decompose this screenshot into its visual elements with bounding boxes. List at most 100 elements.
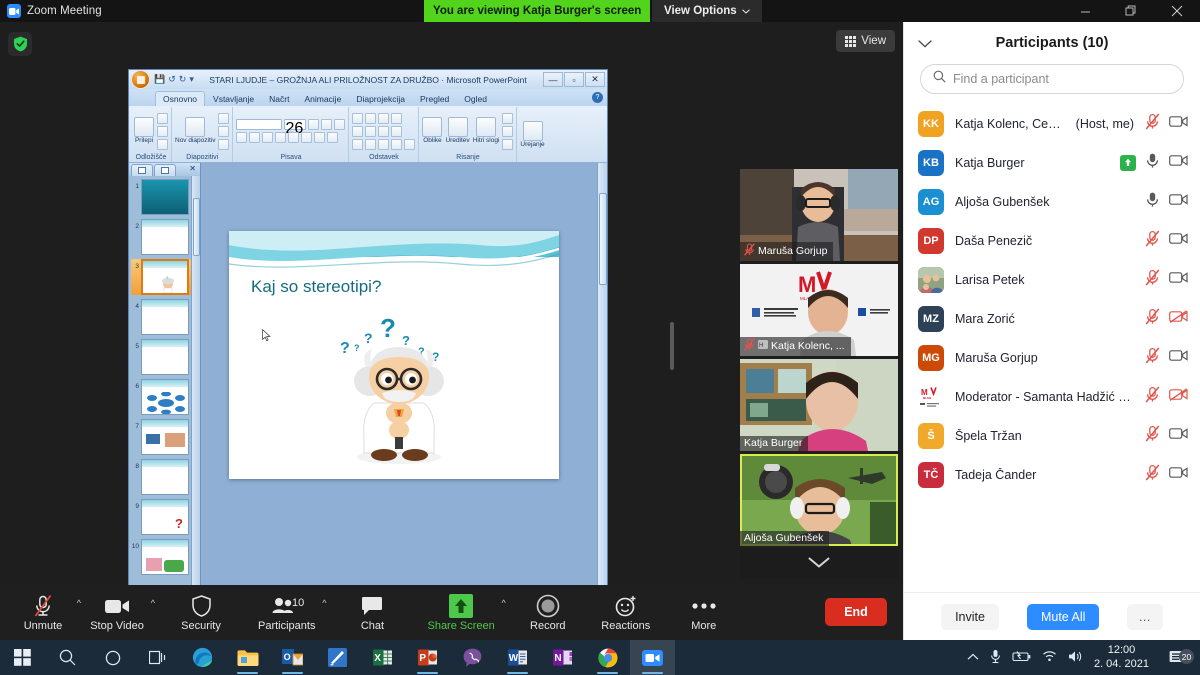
video-icon[interactable] xyxy=(1169,154,1188,172)
office-orb-icon[interactable] xyxy=(131,70,150,89)
layout-icon[interactable] xyxy=(218,112,230,124)
participant-row[interactable]: Larisa Petek xyxy=(904,260,1200,299)
ribbon-tab-nacrt[interactable]: Načrt xyxy=(262,92,296,106)
shape-fill-icon[interactable] xyxy=(502,112,514,124)
battery-icon[interactable] xyxy=(1012,650,1031,665)
onenote-icon[interactable]: N xyxy=(540,640,585,675)
slide-thumbnail[interactable]: 6 xyxy=(131,379,191,415)
chevron-up-icon[interactable]: ^ xyxy=(502,598,506,608)
participant-row[interactable]: DP Daša Penezič xyxy=(904,221,1200,260)
participant-row[interactable]: KB Katja Burger xyxy=(904,143,1200,182)
volume-icon[interactable] xyxy=(1068,650,1083,666)
edge-icon[interactable] xyxy=(180,640,225,675)
change-case-icon[interactable] xyxy=(314,132,326,143)
slide-thumbnail[interactable]: 9 ? xyxy=(131,499,191,535)
slide-thumbnail[interactable]: 2 xyxy=(131,219,191,255)
video-icon[interactable] xyxy=(1169,349,1188,367)
participant-row[interactable]: MG Maruša Gorjup xyxy=(904,338,1200,377)
video-tile[interactable]: Maruša Gorjup xyxy=(740,169,898,261)
circle-icon[interactable] xyxy=(90,640,135,675)
slide-thumbnail[interactable]: 4 xyxy=(131,299,191,335)
thumbnails-list[interactable]: 1 2 3 ? 4 5 6 7 8 9 ? 10 xyxy=(129,176,191,606)
ribbon-tab-osnovno[interactable]: Osnovno xyxy=(155,91,206,106)
video-icon[interactable] xyxy=(1169,427,1188,445)
mic-muted-icon[interactable] xyxy=(1145,269,1160,291)
slide-thumbnail[interactable]: 8 xyxy=(131,459,191,495)
ribbon-tab-vstavljanje[interactable]: Vstavljanje xyxy=(206,92,261,106)
raise-hand-icon[interactable] xyxy=(1120,154,1136,171)
redo-icon[interactable]: ↻ xyxy=(179,74,187,85)
minimize-icon[interactable] xyxy=(1062,0,1108,22)
search-input[interactable]: Find a participant xyxy=(920,64,1184,94)
participant-row[interactable]: AG Aljoša Gubenšek xyxy=(904,182,1200,221)
ppt-minimize-icon[interactable]: — xyxy=(543,72,563,87)
increase-indent-icon[interactable] xyxy=(365,125,377,137)
paste-button[interactable]: Prilepi xyxy=(134,117,154,144)
editing-button[interactable]: Urejanje xyxy=(520,120,545,148)
chevron-up-icon[interactable]: ^ xyxy=(77,598,81,608)
share-screen-button[interactable]: Share Screen ^ xyxy=(423,585,506,640)
align-left-icon[interactable] xyxy=(352,138,364,150)
end-meeting-button[interactable]: End xyxy=(825,598,887,626)
participant-row[interactable]: TČ Tadeja Čander xyxy=(904,455,1200,494)
mic-muted-icon[interactable] xyxy=(1145,308,1160,330)
taskbar-clock[interactable]: 12:00 2. 04. 2021 xyxy=(1094,644,1149,672)
font-size-field[interactable]: 26 xyxy=(284,119,307,137)
participant-row[interactable]: KK Katja Kolenc, Celjski m... (Host, me) xyxy=(904,104,1200,143)
align-text-icon[interactable] xyxy=(391,125,403,137)
ribbon-tab-pregled[interactable]: Pregled xyxy=(413,92,456,106)
participants-list[interactable]: KK Katja Kolenc, Celjski m... (Host, me)… xyxy=(904,104,1200,592)
invite-button[interactable]: Invite xyxy=(941,603,999,630)
ribbon-tab-diaprojekcija[interactable]: Diaprojekcija xyxy=(349,92,412,106)
word-icon[interactable]: W xyxy=(495,640,540,675)
format-painter-icon[interactable] xyxy=(157,138,168,150)
more-button[interactable]: More xyxy=(673,585,735,640)
shape-outline-icon[interactable] xyxy=(502,125,514,137)
wifi-icon[interactable] xyxy=(1042,650,1057,665)
video-off-icon[interactable] xyxy=(1169,309,1188,328)
chevron-up-icon[interactable]: ^ xyxy=(151,598,155,608)
chevron-up-icon[interactable]: ^ xyxy=(322,598,326,608)
ribbon-tab-ogled[interactable]: Ogled xyxy=(457,92,494,106)
convert-smartart-icon[interactable] xyxy=(404,138,416,150)
decrease-indent-icon[interactable] xyxy=(352,125,364,137)
justify-icon[interactable] xyxy=(391,138,403,150)
viber-icon[interactable] xyxy=(450,640,495,675)
reactions-button[interactable]: Reactions xyxy=(595,585,657,640)
copy-icon[interactable] xyxy=(157,125,168,137)
windows-icon[interactable] xyxy=(0,640,45,675)
participant-row[interactable]: Š Špela Tržan xyxy=(904,416,1200,455)
mic-muted-icon[interactable] xyxy=(1145,425,1160,447)
video-icon[interactable] xyxy=(1169,271,1188,289)
font-color-icon[interactable] xyxy=(327,132,339,143)
video-tile[interactable]: Katja Burger xyxy=(740,359,898,451)
ppt-maximize-icon[interactable]: ▫ xyxy=(564,72,584,87)
strikethrough-icon[interactable] xyxy=(275,132,287,143)
shrink-font-icon[interactable] xyxy=(321,119,333,130)
help-icon[interactable]: ? xyxy=(592,92,603,103)
video-tile-active-speaker[interactable]: Aljoša Gubenšek xyxy=(740,454,898,546)
participant-row[interactable]: M MLADI Moderator - Samanta Hadžić Žav... xyxy=(904,377,1200,416)
shape-effects-icon[interactable] xyxy=(502,138,514,150)
underline-icon[interactable] xyxy=(262,132,274,143)
ppt-close-icon[interactable]: ✕ xyxy=(585,72,605,87)
cut-icon[interactable] xyxy=(157,112,168,124)
task-view-icon[interactable] xyxy=(135,640,180,675)
slide-thumbnail[interactable]: 1 xyxy=(131,179,191,215)
excel-icon[interactable]: X xyxy=(360,640,405,675)
grow-font-icon[interactable] xyxy=(308,119,320,130)
slide-title-text[interactable]: Kaj so stereotipi? xyxy=(251,277,381,297)
text-direction-icon[interactable] xyxy=(391,112,403,124)
video-icon[interactable] xyxy=(1169,232,1188,250)
arrange-button[interactable]: Ureditev xyxy=(445,117,470,144)
mic-muted-icon[interactable] xyxy=(1145,230,1160,252)
outline-tab[interactable] xyxy=(154,164,176,176)
line-spacing-icon[interactable] xyxy=(378,112,390,124)
slides-tab[interactable] xyxy=(131,164,153,176)
video-icon[interactable] xyxy=(1169,466,1188,484)
customize-qat-icon[interactable]: ▾ xyxy=(189,74,194,85)
participant-row[interactable]: MZ Mara Zorić xyxy=(904,299,1200,338)
italic-icon[interactable] xyxy=(249,132,261,143)
slide-canvas[interactable]: Kaj so stereotipi? ? ? ? ? ? ? ? xyxy=(229,231,559,479)
video-icon[interactable] xyxy=(1169,193,1188,211)
